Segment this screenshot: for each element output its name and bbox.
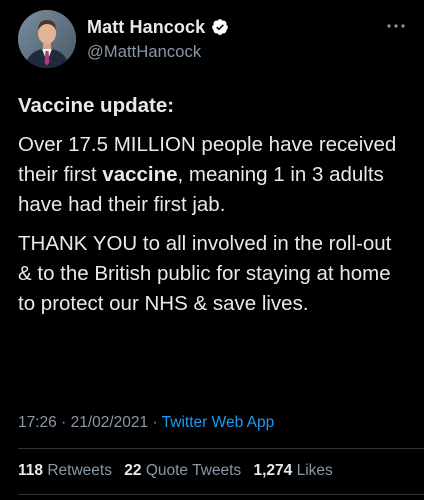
divider-bottom bbox=[18, 494, 424, 495]
tweet-p1-bold: vaccine bbox=[102, 163, 178, 186]
tweet-title-line: Vaccine update: bbox=[18, 91, 410, 121]
verified-badge-icon bbox=[211, 18, 229, 36]
tweet-paragraph-2: THANK YOU to all involved in the roll-ou… bbox=[18, 232, 392, 315]
author-info: Matt Hancock @MattHancock bbox=[87, 16, 229, 62]
likes-label: Likes bbox=[296, 462, 333, 479]
tweet-meta: 17:26 · 21/02/2021 · Twitter Web App bbox=[18, 414, 274, 432]
meta-separator-2: · bbox=[148, 414, 162, 431]
quote-tweets-count: 22 bbox=[124, 462, 142, 479]
author-avatar[interactable] bbox=[18, 10, 76, 68]
tweet-date[interactable]: 21/02/2021 bbox=[71, 414, 149, 431]
tweet-text: Vaccine update: Over 17.5 MILLION people… bbox=[18, 91, 410, 319]
author-handle[interactable]: @MattHancock bbox=[87, 43, 229, 62]
tweet-title-suffix: : bbox=[167, 94, 175, 117]
more-horizontal-icon[interactable] bbox=[386, 18, 406, 28]
tweet-detail: Matt Hancock @MattHancock Vaccine update… bbox=[0, 0, 424, 500]
likes-stat[interactable]: 1,274 Likes bbox=[254, 462, 333, 479]
tweet-header: Matt Hancock @MattHancock bbox=[18, 10, 408, 70]
retweets-stat[interactable]: 118 Retweets bbox=[18, 462, 112, 479]
quote-tweets-stat[interactable]: 22 Quote Tweets bbox=[124, 462, 241, 479]
avatar-photo-icon bbox=[18, 10, 76, 68]
meta-separator: · bbox=[56, 414, 71, 431]
display-name-row: Matt Hancock bbox=[87, 16, 229, 38]
quote-tweets-label: Quote Tweets bbox=[145, 462, 242, 479]
likes-count: 1,274 bbox=[253, 462, 293, 479]
retweets-label: Retweets bbox=[47, 462, 112, 479]
tweet-time[interactable]: 17:26 bbox=[18, 414, 57, 431]
tweet-paragraph-1: Over 17.5 MILLION people have received t… bbox=[18, 130, 410, 220]
tweet-source-link[interactable]: Twitter Web App bbox=[162, 414, 275, 431]
divider bbox=[18, 448, 424, 449]
tweet-title: Vaccine update bbox=[18, 94, 168, 117]
author-display-name[interactable]: Matt Hancock bbox=[87, 17, 205, 38]
tweet-stats: 118 Retweets 22 Quote Tweets 1,274 Likes bbox=[18, 462, 341, 480]
retweets-count: 118 bbox=[18, 462, 44, 479]
